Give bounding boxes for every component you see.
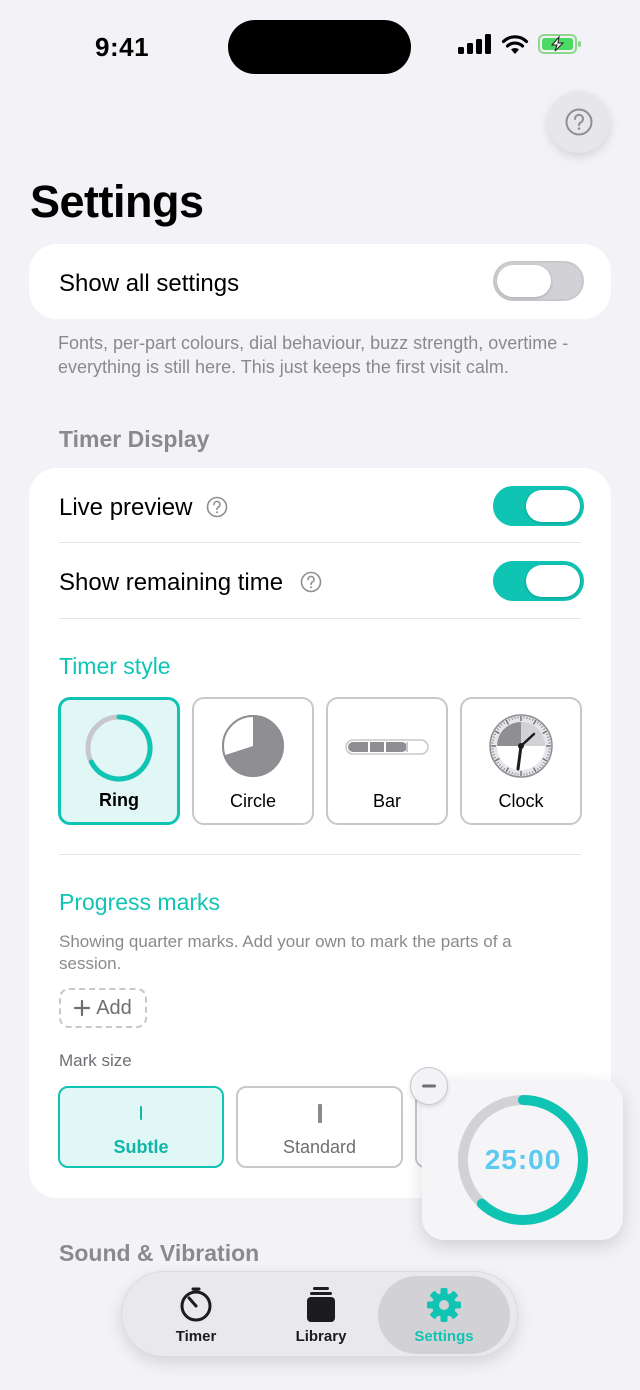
minimize-timer-button[interactable] [410, 1067, 448, 1105]
add-mark-label: Add [96, 996, 132, 1019]
section-header-sound-vibration: Sound & Vibration [59, 1240, 260, 1266]
help-button[interactable] [548, 91, 610, 153]
mark-size-option-label: Standard [282, 1137, 357, 1157]
minus-icon [422, 1084, 436, 1088]
live-preview-label: Live preview [59, 494, 193, 521]
show-remaining-time-toggle[interactable] [493, 561, 584, 601]
plus-icon [74, 1000, 91, 1016]
show-all-footnote: Fonts, per-part colours, dial behaviour,… [58, 333, 569, 377]
show-all-settings-label: Show all settings [59, 270, 240, 297]
toggle-knob [497, 265, 551, 297]
cellular-signal-icon [458, 34, 491, 54]
live-preview-toggle[interactable] [493, 486, 584, 526]
stopwatch-icon [180, 1287, 212, 1322]
bar-style-icon [345, 739, 429, 755]
gear-icon [427, 1288, 461, 1322]
tab-timer[interactable]: Timer [130, 1272, 262, 1358]
ring-style-icon [85, 714, 153, 782]
library-icon [307, 1287, 335, 1322]
clock-style-icon [489, 714, 553, 778]
status-bar: 9:41 [0, 0, 640, 94]
timer-countdown: 25:00 [484, 1144, 562, 1175]
toggle-knob [526, 490, 580, 522]
circle-style-icon [222, 715, 284, 777]
section-header-timer-display: Timer Display [59, 426, 210, 452]
live-preview-help-icon[interactable] [206, 496, 228, 518]
show-remaining-help-icon[interactable] [300, 571, 322, 593]
subtle-tick-icon [140, 1106, 142, 1120]
question-circle-icon [565, 108, 593, 136]
status-icons [458, 33, 582, 55]
timer-style-circle[interactable]: Circle [192, 697, 314, 825]
floating-timer-widget[interactable]: 25:00 [422, 1080, 623, 1240]
timer-style-label: Bar [372, 791, 401, 811]
add-mark-button[interactable]: Add [59, 988, 147, 1028]
dynamic-island [228, 20, 411, 74]
show-all-settings-card: Show all settings [29, 244, 611, 319]
timer-style-label: Clock [498, 791, 544, 811]
timer-style-label: Circle [229, 791, 276, 811]
timer-style-clock[interactable]: Clock [460, 697, 582, 825]
timer-style-ring[interactable]: Ring [58, 697, 180, 825]
mark-size-option-label: Subtle [113, 1137, 169, 1157]
show-all-settings-toggle[interactable] [493, 261, 584, 301]
tab-library[interactable]: Library [255, 1272, 387, 1358]
toggle-knob [526, 565, 580, 597]
mark-size-label: Mark size [59, 1051, 132, 1070]
tab-settings[interactable]: Settings [378, 1276, 510, 1354]
standard-tick-icon [317, 1104, 322, 1123]
status-time: 9:41 [95, 32, 150, 62]
battery-charging-icon [538, 34, 581, 54]
tab-bar: Timer Library Settings [121, 1271, 518, 1357]
tab-label: Settings [414, 1328, 474, 1345]
tab-label: Library [295, 1328, 347, 1345]
wifi-icon [501, 34, 529, 54]
progress-marks-title: Progress marks [59, 889, 221, 915]
divider [59, 542, 581, 543]
progress-marks-description: Showing quarter marks. Add your own to m… [59, 932, 512, 973]
timer-style-label: Ring [99, 790, 139, 810]
mark-size-subtle[interactable]: Subtle [58, 1086, 224, 1168]
show-remaining-time-label: Show remaining time [59, 569, 284, 596]
divider [59, 618, 581, 619]
tab-label: Timer [175, 1328, 217, 1345]
divider [59, 854, 581, 855]
page-title: Settings [30, 176, 204, 227]
timer-style-bar[interactable]: Bar [326, 697, 448, 825]
timer-style-title: Timer style [59, 653, 171, 679]
mark-size-standard[interactable]: Standard [236, 1086, 403, 1168]
